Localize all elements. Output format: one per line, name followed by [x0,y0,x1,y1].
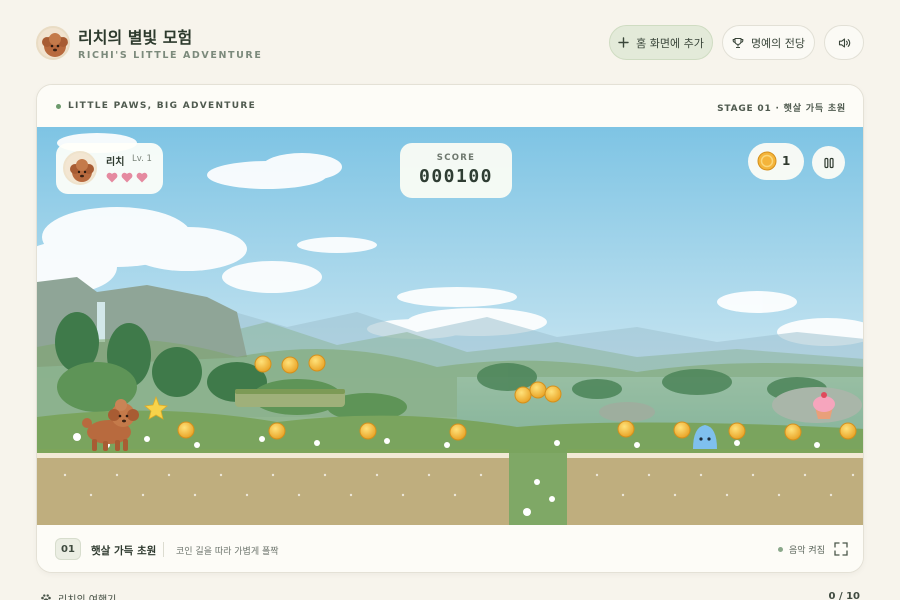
trophy-icon [732,37,744,49]
card-tagline: LITTLE PAWS, BIG ADVENTURE [56,101,256,111]
divider [163,542,164,557]
journal-progress: 0 / 10 [828,591,861,600]
stage-description: 코인 길을 따라 가볍게 폴짝 [176,547,279,557]
stage-name: 햇살 가득 초원 [91,545,157,557]
hall-of-fame-button[interactable]: 명예의 전당 [722,25,815,60]
add-to-home-button[interactable]: 홈 화면에 추가 [609,25,713,60]
pause-icon [823,157,834,168]
player-level: Lv. 1 [132,154,152,164]
speaker-icon [838,37,851,49]
game-card: LITTLE PAWS, BIG ADVENTURE STAGE 01 · 햇살… [36,84,864,573]
app-title: 리치의 별빛 모험 [78,28,193,47]
journal-label: 리치의 여행기 [58,591,116,600]
player-name: 리치 [106,157,125,168]
fullscreen-icon [834,542,848,556]
music-status-dot [778,547,783,552]
stage-title: STAGE 01 · 햇살 가득 초원 [717,104,846,114]
hearts-lives [106,172,148,183]
game-canvas[interactable]: 리치 Lv. 1 SCORE 000100 1 [37,127,863,525]
plus-icon [618,37,629,48]
fullscreen-button[interactable] [833,541,849,557]
player-avatar [63,151,97,185]
coin-counter: 1 [748,143,804,180]
music-status[interactable]: 음악 켜짐 [778,543,825,556]
app-subtitle: RICHI'S LITTLE ADVENTURE [78,50,263,61]
music-status-label: 음악 켜짐 [789,546,825,556]
stage-number-badge: 01 [55,538,81,560]
status-dot [56,103,61,109]
sound-toggle-button[interactable] [824,25,864,60]
tagline-text: LITTLE PAWS, BIG ADVENTURE [68,101,257,111]
score-panel: SCORE 000100 [400,143,512,198]
travel-journal[interactable]: 리치의 여행기 [40,591,116,600]
add-to-home-label: 홈 화면에 추가 [636,36,704,50]
card-header: LITTLE PAWS, BIG ADVENTURE STAGE 01 · 햇살… [37,85,863,127]
heart-icon [106,172,118,183]
heart-icon [136,172,148,183]
score-label: SCORE [436,153,476,163]
card-footer: 01 햇살 가득 초원 코인 길을 따라 가볍게 폴짝 음악 켜짐 [37,525,863,572]
hall-of-fame-label: 명예의 전당 [750,36,806,50]
coin-count: 1 [782,154,791,168]
score-value: 000100 [418,166,494,187]
coin-icon [757,151,777,171]
player-status-card: 리치 Lv. 1 [56,143,163,194]
logo-avatar [36,26,70,60]
pause-button[interactable] [812,146,845,179]
paw-icon [41,593,51,600]
app-header: 리치의 별빛 모험 RICHI'S LITTLE ADVENTURE 홈 화면에… [0,0,900,84]
heart-icon [121,172,133,183]
